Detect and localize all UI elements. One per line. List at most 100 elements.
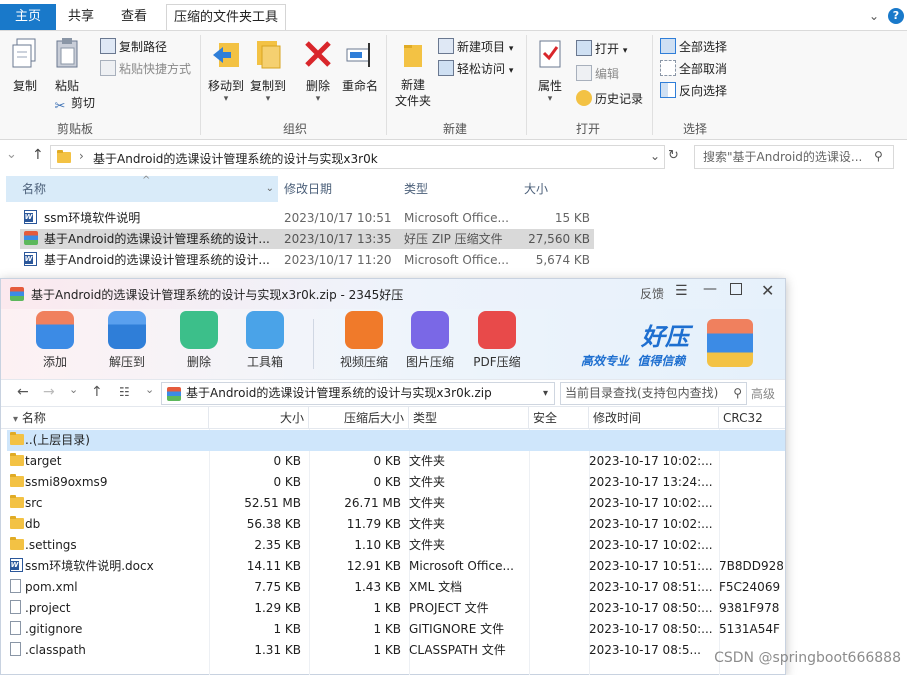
- column-header-date[interactable]: 修改日期: [284, 176, 394, 202]
- zip-cell-packed: 0 KB: [373, 454, 401, 468]
- chevron-down-icon[interactable]: ⌄: [866, 8, 882, 24]
- search-icon[interactable]: ⚲: [874, 149, 883, 163]
- zip-file-row[interactable]: target 0 KB 0 KB 文件夹 2023-10-17 10:02:...: [7, 451, 785, 472]
- paste-icon: [56, 38, 78, 68]
- toolbox-button[interactable]: 工具箱: [235, 311, 295, 370]
- column-header-size[interactable]: 大小: [524, 176, 594, 202]
- zip-cell-name: ssm环境软件说明.docx: [25, 559, 154, 573]
- open-label: 打开: [595, 42, 620, 56]
- column-header-type[interactable]: 类型: [404, 176, 514, 202]
- invert-selection-button[interactable]: 反向选择: [660, 81, 727, 101]
- feedback-button[interactable]: 反馈: [640, 285, 664, 302]
- zip-col-size[interactable]: 大小: [209, 407, 309, 429]
- zip-cell-type: GITIGNORE 文件: [409, 622, 505, 636]
- chevron-down-icon[interactable]: ⌄: [650, 149, 660, 163]
- archive-path: 基于Android的选课设计管理系统的设计与实现x3r0k.zip: [186, 386, 492, 400]
- back-arrow-icon[interactable]: ←: [17, 384, 29, 400]
- forward-arrow-icon[interactable]: →: [43, 384, 55, 400]
- zip-col-type[interactable]: 类型: [409, 407, 529, 429]
- file-row[interactable]: 基于Android的选课设计管理系统的设计... 2023/10/17 13:3…: [20, 229, 594, 249]
- zip-file-row[interactable]: src 52.51 MB 26.71 MB 文件夹 2023-10-17 10:02:.…: [7, 493, 785, 514]
- zip-search-input[interactable]: 当前目录查找(支持包内查找) ⚲: [560, 382, 747, 405]
- search-icon[interactable]: ⚲: [733, 383, 742, 404]
- new-folder-button[interactable]: 新建 文件夹: [390, 37, 436, 109]
- zip-cell-packed: 0 KB: [373, 475, 401, 489]
- view-mode-icon[interactable]: ☷: [119, 385, 130, 399]
- address-bar[interactable]: › 基于Android的选课设计管理系统的设计与实现x3r0k ⌄: [50, 145, 665, 169]
- add-button[interactable]: 添加: [25, 311, 85, 370]
- zip-cell-packed: 1 KB: [373, 601, 401, 615]
- zip-file-row[interactable]: .classpath 1.31 KB 1 KB CLASSPATH 文件 2023-10…: [7, 640, 785, 661]
- column-header-name[interactable]: 名称 ^ ⌄: [6, 175, 278, 202]
- file-row[interactable]: 基于Android的选课设计管理系统的设计... 2023/10/17 11:2…: [20, 250, 594, 270]
- delete-button[interactable]: 删除 ▾: [300, 37, 336, 104]
- zip-cell-crc: 9381F978: [719, 601, 780, 615]
- video-compress-icon: [345, 311, 383, 349]
- new-item-button[interactable]: 新建项目 ▾: [438, 37, 513, 57]
- history-button[interactable]: 历史记录: [576, 89, 643, 109]
- parent-directory-row[interactable]: ..(上层目录): [7, 430, 785, 451]
- maximize-icon[interactable]: [730, 283, 742, 295]
- cut-button[interactable]: ✂ 剪切: [52, 93, 95, 114]
- zip-col-security[interactable]: 安全: [529, 407, 589, 429]
- refresh-icon[interactable]: ↻: [668, 148, 679, 163]
- tab-compressed-folder-tools[interactable]: 压缩的文件夹工具: [166, 4, 286, 30]
- zip-file-row[interactable]: ssmi89oxms9 0 KB 0 KB 文件夹 2023-10-17 13:24:.…: [7, 472, 785, 493]
- up-arrow-icon[interactable]: ↑: [32, 147, 44, 163]
- tab-view[interactable]: 查看: [108, 4, 160, 30]
- zip-window-title: 基于Android的选课设计管理系统的设计与实现x3r0k.zip - 2345…: [31, 288, 404, 302]
- zip-col-name[interactable]: ▾ 名称: [7, 407, 209, 429]
- zip-file-row[interactable]: ssm环境软件说明.docx 14.11 KB 12.91 KB Microsoft …: [7, 556, 785, 577]
- chevron-down-icon[interactable]: ⌄: [6, 147, 17, 162]
- zip-file-row[interactable]: pom.xml 7.75 KB 1.43 KB XML 文档 2023-10-17 08…: [7, 577, 785, 598]
- select-none-button[interactable]: 全部取消: [660, 59, 727, 79]
- open-button[interactable]: 打开 ▾: [576, 39, 627, 59]
- zip-col-packed[interactable]: 压缩后大小: [309, 407, 409, 429]
- add-label: 添加: [42, 355, 67, 369]
- paste-shortcut-button[interactable]: 粘贴快捷方式: [100, 59, 191, 79]
- minimize-icon[interactable]: —: [703, 281, 717, 297]
- select-all-button[interactable]: 全部选择: [660, 37, 727, 57]
- zip-file-row[interactable]: .gitignore 1 KB 1 KB GITIGNORE 文件 2023-10-17…: [7, 619, 785, 640]
- edit-button[interactable]: 编辑: [576, 64, 619, 84]
- image-compress-button[interactable]: 图片压缩: [400, 311, 460, 370]
- close-icon[interactable]: ✕: [761, 281, 774, 300]
- properties-button[interactable]: 属性 ▾: [532, 37, 568, 104]
- zip-delete-button[interactable]: 删除: [169, 311, 229, 370]
- zip-file-row[interactable]: .settings 2.35 KB 1.10 KB 文件夹 2023-10-17 10:…: [7, 535, 785, 556]
- file-row[interactable]: ssm环境软件说明 2023/10/17 10:51 Microsoft Off…: [20, 208, 594, 228]
- zip-col-time[interactable]: 修改时间: [589, 407, 719, 429]
- easy-access-button[interactable]: 轻松访问 ▾: [438, 59, 513, 79]
- copy-button[interactable]: 复制: [6, 37, 44, 94]
- chevron-right-icon: ›: [79, 149, 84, 163]
- zip-cell-name: pom.xml: [25, 580, 78, 594]
- pdf-compress-button[interactable]: PDF压缩: [467, 311, 527, 370]
- move-to-button[interactable]: 移动到 ▾: [206, 37, 246, 104]
- video-compress-button[interactable]: 视频压缩: [334, 311, 394, 370]
- tab-home[interactable]: 主页: [0, 4, 56, 30]
- file-date: 2023/10/17 11:20: [284, 253, 392, 267]
- zip-file-row[interactable]: db 56.38 KB 11.79 KB 文件夹 2023-10-17 10:02:..…: [7, 514, 785, 535]
- chevron-down-icon[interactable]: ⌄: [69, 383, 78, 396]
- zip-cell-type: 文件夹: [409, 475, 446, 489]
- zip-col-crc[interactable]: CRC32: [719, 407, 785, 429]
- tab-share[interactable]: 共享: [56, 4, 106, 30]
- chevron-down-icon[interactable]: ⌄: [145, 383, 154, 396]
- extract-to-button[interactable]: 解压到: [97, 311, 157, 370]
- archive-path-bar[interactable]: 基于Android的选课设计管理系统的设计与实现x3r0k.zip ▾: [161, 382, 555, 405]
- search-input[interactable]: 搜索"基于Android的选课设...: [694, 145, 894, 169]
- copy-to-button[interactable]: 复制到 ▾: [248, 37, 288, 104]
- move-to-icon: [213, 43, 239, 67]
- chevron-down-icon[interactable]: ▾: [543, 383, 548, 404]
- chevron-down-icon[interactable]: ⌄: [266, 176, 274, 202]
- help-icon[interactable]: ?: [888, 8, 904, 24]
- rename-button[interactable]: 重命名: [340, 37, 380, 94]
- up-arrow-icon[interactable]: ↑: [91, 384, 103, 400]
- folder-icon: [10, 493, 24, 514]
- watermark: CSDN @springboot666888: [714, 650, 901, 666]
- menu-icon[interactable]: ☰: [675, 283, 688, 299]
- paste-button[interactable]: 粘贴: [48, 37, 86, 94]
- copy-path-button[interactable]: 复制路径: [100, 37, 167, 57]
- zip-file-row[interactable]: .project 1.29 KB 1 KB PROJECT 文件 2023-10-17 …: [7, 598, 785, 619]
- advanced-search-button[interactable]: 高级: [751, 385, 775, 402]
